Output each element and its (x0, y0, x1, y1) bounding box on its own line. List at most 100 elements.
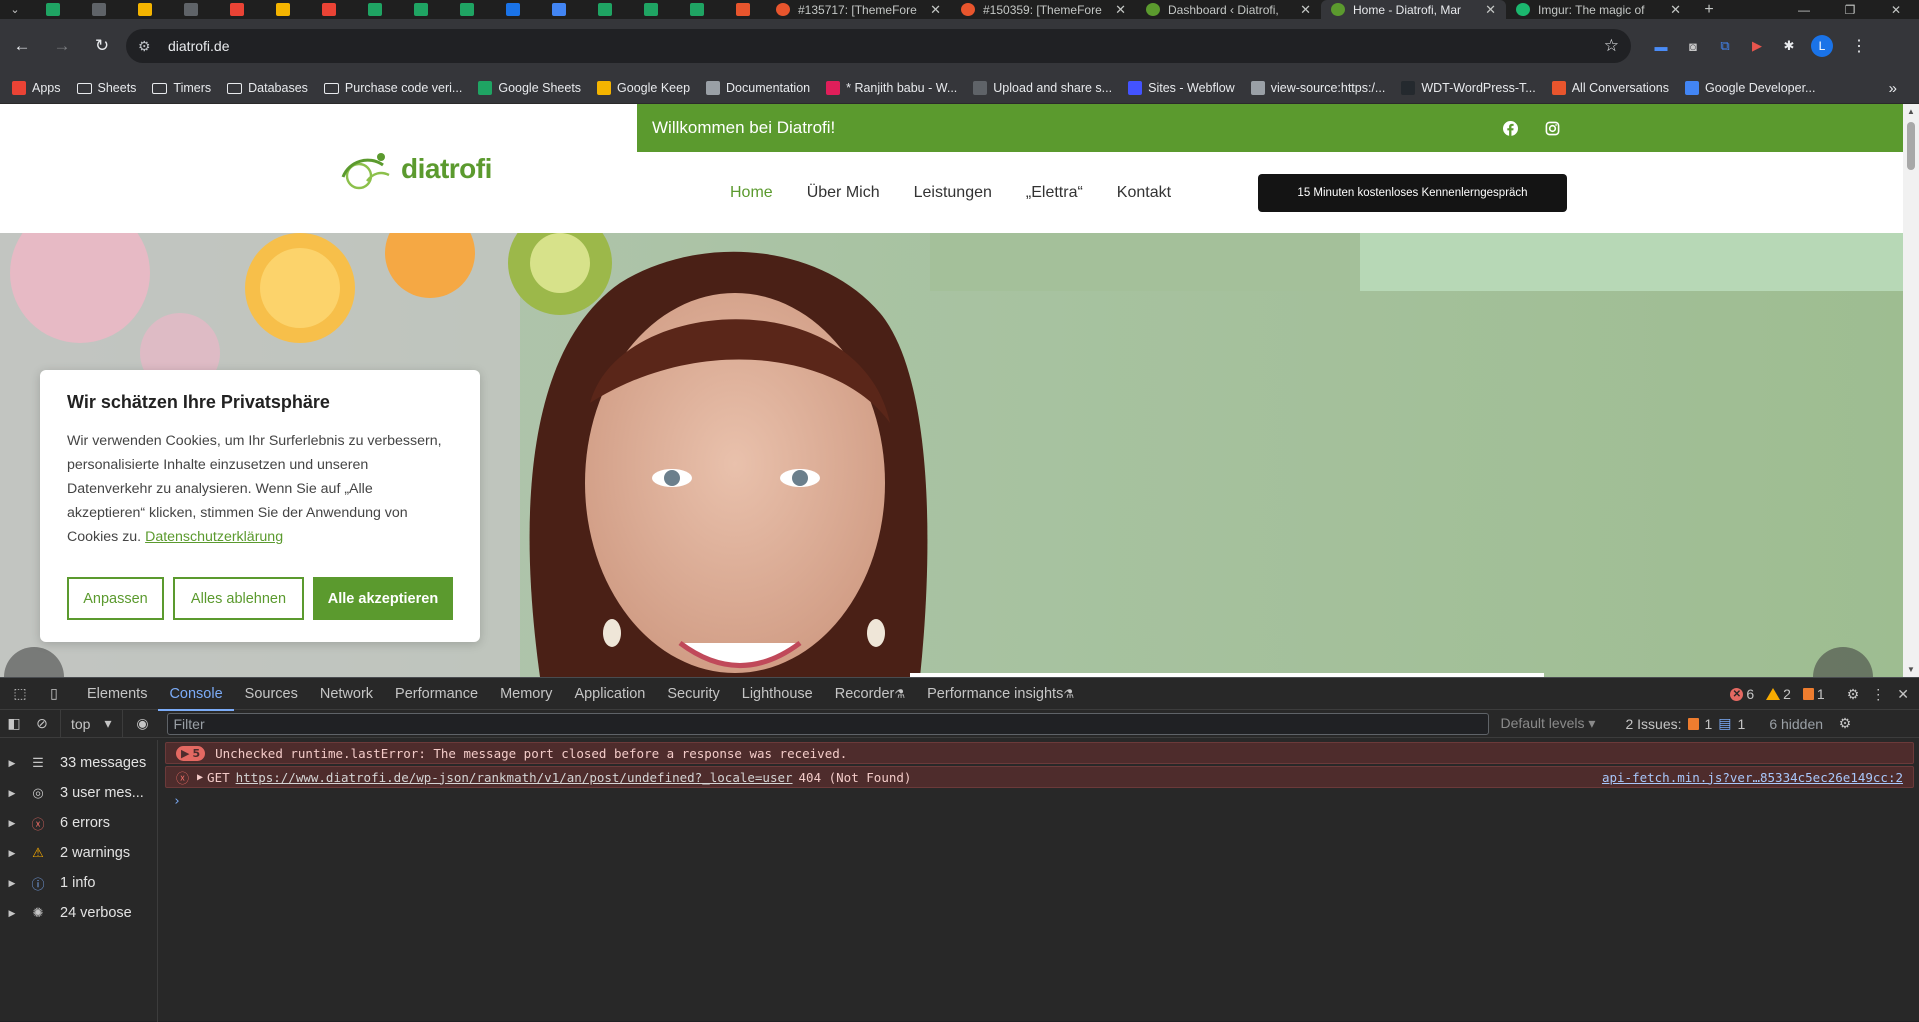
pinned-tab[interactable] (582, 0, 628, 19)
pinned-tab[interactable] (720, 0, 766, 19)
bookmark-item[interactable]: Upload and share s... (973, 81, 1112, 95)
bookmark-item[interactable]: Sites - Webflow (1128, 81, 1235, 95)
expand-caret-icon[interactable]: ▶ (2, 758, 22, 769)
pinned-tab[interactable] (260, 0, 306, 19)
console-sidebar-item[interactable]: ▶ ⓘ 1 info (0, 868, 157, 898)
bookmark-item[interactable]: Documentation (706, 81, 810, 95)
bookmark-item[interactable]: Purchase code veri... (323, 81, 462, 95)
bookmark-item[interactable]: All Conversations (1551, 81, 1669, 95)
issues-count[interactable]: 1 (1802, 686, 1825, 702)
browser-tab[interactable]: Dashboard ‹ Diatrofi, ✕ (1136, 0, 1321, 19)
bookmark-item[interactable]: Apps (12, 81, 61, 95)
site-logo[interactable]: diatrofi (337, 147, 492, 191)
expand-caret-icon[interactable]: ▶ (2, 818, 22, 829)
scroll-down-icon[interactable]: ▼ (1907, 665, 1915, 674)
scroll-up-icon[interactable]: ▲ (1907, 107, 1915, 116)
pinned-tab[interactable] (444, 0, 490, 19)
device-toolbar-icon[interactable]: ▯ (40, 685, 68, 702)
customize-button[interactable]: Anpassen (67, 577, 164, 620)
privacy-policy-link[interactable]: Datenschutzerklärung (145, 529, 283, 545)
expand-caret-icon[interactable]: ▶ (2, 908, 22, 919)
console-filter-input[interactable]: Filter (166, 712, 1489, 735)
nav-item[interactable]: Kontakt (1117, 184, 1171, 202)
browser-tab[interactable]: #135717: [ThemeFore ✕ (766, 0, 951, 19)
free-consultation-button[interactable]: 15 Minuten kostenloses Kennenlerngespräc… (1258, 174, 1567, 212)
tab-close-icon[interactable]: ✕ (1115, 2, 1126, 18)
devtools-menu-icon[interactable]: ⋮ (1871, 686, 1885, 703)
address-url[interactable]: diatrofi.de (168, 38, 1604, 54)
bookmark-item[interactable]: Sheets (76, 81, 136, 95)
console-message[interactable]: ▶ 5 Unchecked runtime.lastError: The mes… (165, 742, 1914, 764)
console-sidebar-item[interactable]: ▶ ☰ 33 messages (0, 748, 157, 778)
pinned-tab[interactable] (214, 0, 260, 19)
warning-count[interactable]: 2 (1766, 686, 1791, 702)
facebook-icon[interactable] (1502, 120, 1518, 136)
pinned-tab[interactable] (168, 0, 214, 19)
request-url-link[interactable]: https://www.diatrofi.de/wp-json/rankmath… (236, 770, 793, 785)
bookmark-item[interactable]: Google Developer... (1684, 81, 1815, 95)
pinned-tab[interactable] (122, 0, 168, 19)
pinned-tab[interactable] (352, 0, 398, 19)
pinned-tab[interactable] (306, 0, 352, 19)
browser-tab[interactable]: Imgur: The magic of ✕ (1506, 0, 1691, 19)
minimize-icon[interactable]: — (1781, 0, 1827, 19)
pinned-tab[interactable] (674, 0, 720, 19)
devtools-tab[interactable]: Application (563, 678, 656, 710)
expand-caret-icon[interactable]: ▶ (2, 878, 22, 889)
console-sidebar-item[interactable]: ▶ ◎ 3 user mes... (0, 778, 157, 808)
pinned-tab[interactable] (76, 0, 122, 19)
bookmark-item[interactable]: Google Sheets (478, 81, 581, 95)
bookmark-item[interactable]: WDT-WordPress-T... (1401, 81, 1536, 95)
devtools-settings-icon[interactable]: ⚙ (1847, 686, 1860, 703)
nav-item[interactable]: Home (730, 184, 773, 202)
devtools-tab[interactable]: Performance (384, 678, 489, 710)
site-info-icon[interactable]: ⚙ (138, 38, 162, 55)
devtools-close-icon[interactable]: ✕ (1897, 686, 1909, 703)
bookmark-item[interactable]: Databases (227, 81, 308, 95)
console-sidebar-item[interactable]: ▶ ✺ 24 verbose (0, 898, 157, 928)
tab-close-icon[interactable]: ✕ (1300, 2, 1311, 18)
devtools-tab[interactable]: Lighthouse (731, 678, 824, 710)
devtools-tab[interactable]: Security (656, 678, 730, 710)
devtools-tab[interactable]: Elements (76, 678, 158, 710)
console-settings-icon[interactable]: ⚙ (1831, 715, 1859, 732)
extension-camera-icon[interactable]: ◙ (1681, 34, 1705, 58)
tab-close-icon[interactable]: ✕ (1670, 2, 1681, 18)
tab-close-icon[interactable]: ✕ (930, 2, 941, 18)
log-levels-dropdown[interactable]: Default levels ▾ (1501, 715, 1596, 732)
pinned-tab[interactable] (30, 0, 76, 19)
forward-icon[interactable]: → (44, 28, 80, 64)
instagram-icon[interactable] (1544, 120, 1560, 136)
devtools-tab[interactable]: Recorder ⚗ (824, 678, 916, 710)
live-expression-eye-icon[interactable]: ◉ (129, 715, 157, 732)
extension-screen-icon[interactable]: ▬ (1649, 34, 1673, 58)
bookmark-item[interactable]: view-source:https:/... (1250, 81, 1385, 95)
context-selector[interactable]: top ▾ (60, 709, 123, 738)
nav-item[interactable]: Leistungen (914, 184, 992, 202)
extension-video-icon[interactable]: ▶ (1745, 34, 1769, 58)
reject-all-button[interactable]: Alles ablehnen (173, 577, 304, 620)
restore-icon[interactable]: ❐ (1827, 0, 1873, 19)
issues-summary[interactable]: 2 Issues: 1 ▤ 1 (1625, 715, 1745, 732)
hidden-count[interactable]: 6 hidden (1769, 716, 1823, 732)
extension-translate-icon[interactable]: ⧉ (1713, 34, 1737, 58)
bookmark-star-icon[interactable]: ☆ (1604, 36, 1619, 56)
new-tab-icon[interactable]: + (1691, 0, 1727, 19)
console-sidebar-item[interactable]: ▶ ⓧ 6 errors (0, 808, 157, 838)
browser-tab[interactable]: Home - Diatrofi, Mar ✕ (1321, 0, 1506, 19)
source-file-link[interactable]: api-fetch.min.js?ver…85334c5ec26e149cc:2 (1602, 770, 1903, 785)
expand-caret-icon[interactable]: ▶ (197, 772, 203, 783)
console-message[interactable]: ⓧ ▶ GET https://www.diatrofi.de/wp-json/… (165, 766, 1914, 788)
reload-icon[interactable]: ↻ (84, 28, 120, 64)
devtools-tab[interactable]: Network (309, 678, 384, 710)
pinned-tab[interactable] (490, 0, 536, 19)
console-prompt[interactable]: › (173, 794, 1919, 809)
console-sidebar-item[interactable]: ▶ ⚠ 2 warnings (0, 838, 157, 868)
error-count[interactable]: ✕ 6 (1730, 686, 1754, 702)
address-bar[interactable]: ⚙ diatrofi.de ☆ (126, 29, 1631, 63)
inspect-element-icon[interactable]: ⬚ (6, 685, 34, 702)
clear-console-icon[interactable]: ⊘ (28, 715, 56, 732)
nav-item[interactable]: Über Mich (807, 184, 880, 202)
page-scrollbar[interactable]: ▲ ▼ (1903, 104, 1919, 677)
bookmark-item[interactable]: Google Keep (597, 81, 690, 95)
